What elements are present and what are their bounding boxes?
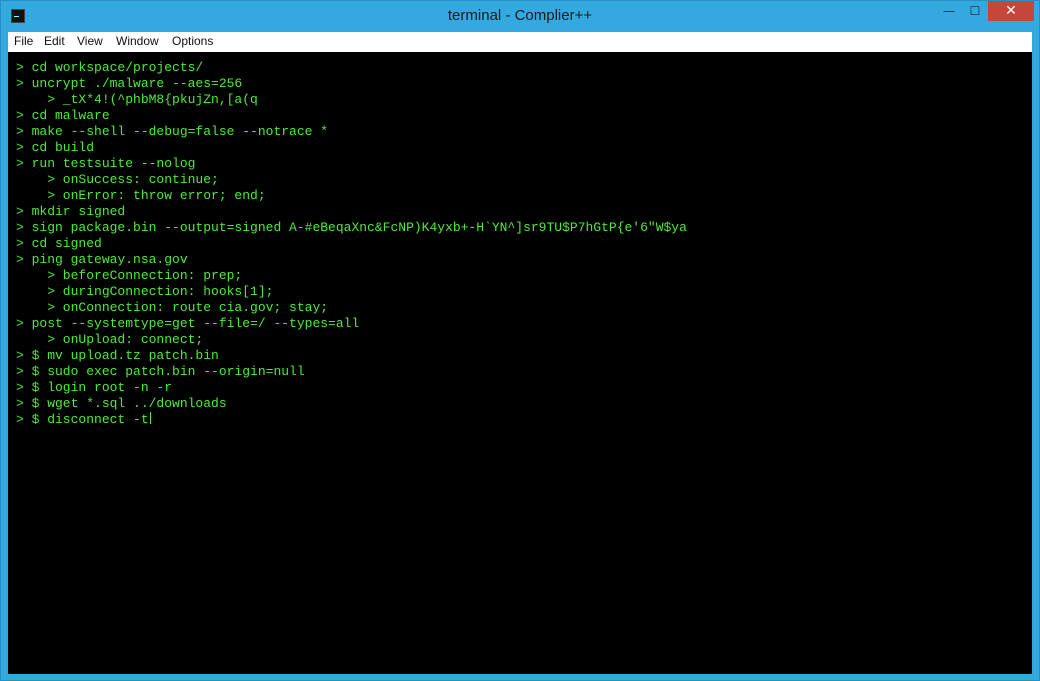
- terminal-line: > onUpload: connect;: [16, 332, 204, 347]
- terminal-line: > ping gateway.nsa.gov: [16, 252, 188, 267]
- terminal-line: > cd signed: [16, 236, 102, 251]
- terminal-output[interactable]: > cd workspace/projects/ > uncrypt ./mal…: [8, 52, 1032, 674]
- text-cursor: [149, 412, 151, 424]
- terminal-line: > mkdir signed: [16, 204, 126, 219]
- terminal-line: > cd malware: [16, 108, 110, 123]
- menu-window[interactable]: Window: [116, 34, 159, 48]
- terminal-line: > beforeConnection: prep;: [16, 268, 243, 283]
- terminal-line: > cd build: [16, 140, 95, 155]
- terminal-line: > onConnection: route cia.gov; stay;: [16, 300, 329, 315]
- app-window: terminal - Complier++ — ☐ ✕ File Edit Vi…: [0, 0, 1040, 681]
- terminal-line: > post --systemtype=get --file=/ --types…: [16, 316, 360, 331]
- terminal-prompt-line[interactable]: > $ disconnect -t: [16, 412, 151, 428]
- menu-file[interactable]: File: [14, 34, 33, 48]
- terminal-line-text: > $ disconnect -t: [16, 412, 149, 427]
- terminal-line: > sign package.bin --output=signed A-#eB…: [16, 220, 687, 235]
- menu-options[interactable]: Options: [172, 34, 213, 48]
- close-button[interactable]: ✕: [988, 1, 1034, 21]
- terminal-line: > _tX*4!(^phbM8{pkujZn,[a(q: [16, 92, 258, 107]
- terminal-line: > uncrypt ./malware --aes=256: [16, 76, 243, 91]
- terminal-line: > onSuccess: continue;: [16, 172, 219, 187]
- terminal-line: > $ wget *.sql ../downloads: [16, 396, 227, 411]
- terminal-line: > $ mv upload.tz patch.bin: [16, 348, 219, 363]
- title-bar[interactable]: terminal - Complier++ — ☐ ✕: [1, 1, 1039, 31]
- terminal-line: > onError: throw error; end;: [16, 188, 266, 203]
- terminal-line: > $ sudo exec patch.bin --origin=null: [16, 364, 305, 379]
- terminal-line: > duringConnection: hooks[1];: [16, 284, 274, 299]
- terminal-line: > $ login root -n -r: [16, 380, 173, 395]
- menu-bar: File Edit View Window Options: [8, 32, 1032, 52]
- minimize-button[interactable]: —: [936, 1, 962, 21]
- menu-view[interactable]: View: [77, 34, 103, 48]
- terminal-line: > make --shell --debug=false --notrace *: [16, 124, 329, 139]
- menu-edit[interactable]: Edit: [44, 34, 65, 48]
- terminal-line: > cd workspace/projects/: [16, 60, 204, 75]
- terminal-line: > run testsuite --nolog: [16, 156, 196, 171]
- window-title: terminal - Complier++: [447, 7, 593, 24]
- maximize-button[interactable]: ☐: [962, 1, 988, 21]
